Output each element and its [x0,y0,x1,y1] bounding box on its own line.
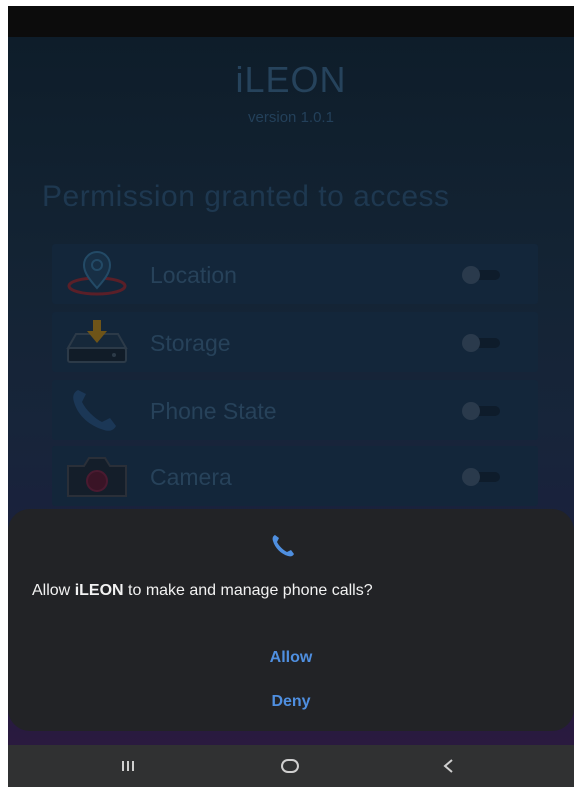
permission-label: Phone State [150,398,277,424]
message-prefix: Allow [32,582,75,599]
message-suffix: to make and manage phone calls? [123,582,373,599]
permission-label: Storage [150,330,231,356]
location-pin-icon [62,250,132,298]
navigation-bar [8,745,574,787]
location-toggle[interactable] [462,266,502,284]
permission-row-camera[interactable]: Camera [52,446,538,506]
dialog-message: Allow iLEON to make and manage phone cal… [32,581,502,600]
permissions-heading: Permission granted to access [42,180,450,213]
permission-row-phone-state[interactable]: Phone State [52,380,538,440]
permission-dialog: Allow iLEON to make and manage phone cal… [8,509,574,731]
storage-toggle[interactable] [462,334,502,352]
permission-label: Camera [150,464,232,490]
app-name: iLEON [74,582,124,599]
deny-button[interactable]: Deny [8,693,574,711]
camera-icon [62,452,132,500]
app-title: iLEON [235,59,347,100]
permission-label: Location [150,262,237,288]
phone-icon [270,533,296,559]
status-bar [8,6,574,37]
phone-screen: iLEON version 1.0.1 Permission granted t… [8,6,574,787]
phone-icon [62,386,132,434]
phone-state-toggle[interactable] [462,402,502,420]
back-icon[interactable] [418,745,478,787]
recents-icon[interactable] [98,745,158,787]
home-icon[interactable] [260,745,320,787]
permission-row-storage[interactable]: Storage [52,312,538,372]
allow-button[interactable]: Allow [8,649,574,667]
app-version: version 1.0.1 [248,109,334,126]
permission-row-location[interactable]: Location [52,244,538,304]
storage-download-icon [62,318,132,366]
camera-toggle[interactable] [462,468,502,486]
